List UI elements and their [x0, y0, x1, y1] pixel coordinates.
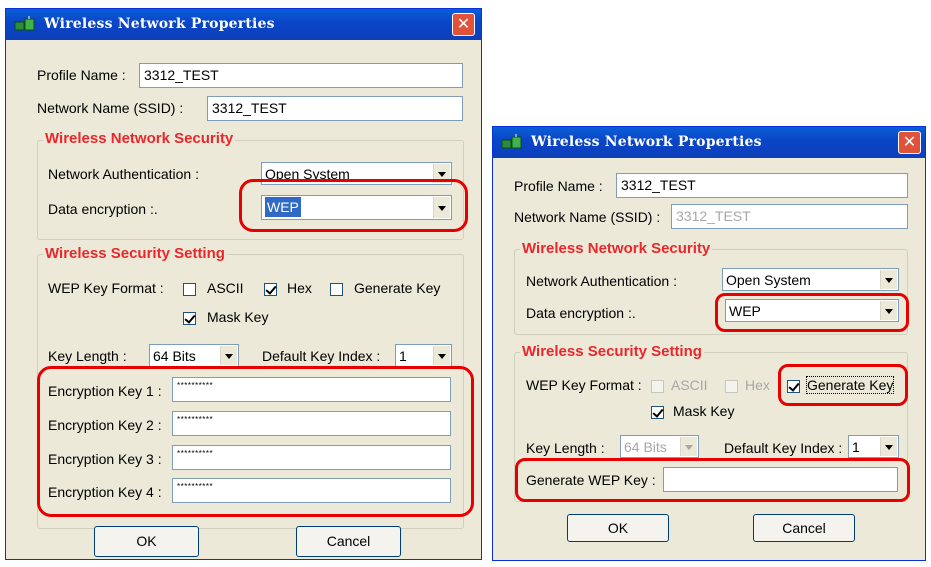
- generate-key-label: Generate Key: [354, 280, 441, 296]
- dialog-wireless-properties-2: Wireless Network Properties ✕ Profile Na…: [492, 126, 926, 561]
- setting-group-title: Wireless Security Setting: [520, 343, 704, 360]
- default-index-select[interactable]: 1: [395, 344, 452, 367]
- ascii-checkbox[interactable]: [183, 283, 196, 296]
- mask-key-label: Mask Key: [207, 309, 269, 325]
- default-index-value: 1: [852, 439, 860, 455]
- hex-checkbox[interactable]: [264, 283, 277, 296]
- close-button[interactable]: ✕: [452, 13, 475, 36]
- default-index-select[interactable]: 1: [848, 435, 899, 458]
- title-bar[interactable]: Wireless Network Properties ✕: [6, 9, 481, 40]
- wep-format-label: WEP Key Format :: [526, 377, 642, 393]
- auth-label: Network Authentication :: [48, 166, 199, 182]
- title-bar[interactable]: Wireless Network Properties ✕: [493, 127, 925, 158]
- key-length-label: Key Length :: [526, 440, 605, 456]
- chevron-down-icon[interactable]: [880, 270, 897, 289]
- profile-name-input[interactable]: 3312_TEST: [616, 173, 908, 198]
- ssid-label: Network Name (SSID) :: [37, 100, 184, 116]
- default-index-label: Default Key Index :: [262, 348, 381, 364]
- key-length-value: 64 Bits: [153, 348, 196, 364]
- key-length-select[interactable]: 64 Bits: [620, 435, 699, 458]
- highlight-encryption: [239, 179, 468, 232]
- dialog-wireless-properties-1: Wireless Network Properties ✕ Profile Na…: [5, 8, 482, 560]
- chevron-down-icon[interactable]: [220, 346, 237, 365]
- mask-key-checkbox[interactable]: [651, 406, 664, 419]
- cancel-button[interactable]: Cancel: [296, 526, 401, 557]
- ok-button[interactable]: OK: [94, 526, 199, 557]
- ssid-input[interactable]: 3312_TEST: [671, 204, 908, 229]
- chevron-down-icon[interactable]: [880, 437, 897, 456]
- auth-label: Network Authentication :: [526, 273, 677, 289]
- hex-label: Hex: [745, 377, 770, 393]
- enc-label: Data encryption :.: [526, 305, 636, 321]
- ascii-label: ASCII: [207, 280, 244, 296]
- ok-button[interactable]: OK: [567, 514, 669, 542]
- close-icon: ✕: [456, 14, 471, 33]
- network-app-icon: [501, 134, 522, 149]
- key-length-label: Key Length :: [48, 348, 127, 364]
- mask-key-label: Mask Key: [673, 403, 735, 419]
- close-icon: ✕: [902, 132, 917, 151]
- cancel-button[interactable]: Cancel: [753, 514, 855, 542]
- default-index-value: 1: [399, 348, 407, 364]
- network-app-icon: [14, 16, 35, 31]
- wep-format-label: WEP Key Format :: [48, 280, 164, 296]
- hex-checkbox[interactable]: [725, 380, 738, 393]
- highlight-encryption-keys: [37, 366, 474, 517]
- close-button[interactable]: ✕: [898, 131, 921, 154]
- highlight-generate-wep-key: [515, 458, 910, 502]
- profile-name-input[interactable]: 3312_TEST: [139, 63, 463, 88]
- chevron-down-icon[interactable]: [433, 346, 450, 365]
- ascii-label: ASCII: [671, 377, 708, 393]
- ascii-checkbox[interactable]: [651, 380, 664, 393]
- setting-group-title: Wireless Security Setting: [43, 245, 227, 262]
- auth-select[interactable]: Open System: [722, 268, 899, 291]
- auth-select-value: Open System: [726, 272, 811, 288]
- profile-name-label: Profile Name :: [37, 67, 126, 83]
- highlight-encryption: [715, 293, 909, 332]
- chevron-down-icon[interactable]: [680, 437, 697, 456]
- default-index-label: Default Key Index :: [724, 440, 843, 456]
- generate-key-checkbox[interactable]: [330, 283, 343, 296]
- highlight-generate-key: [778, 364, 908, 406]
- hex-label: Hex: [287, 280, 312, 296]
- security-group-title: Wireless Network Security: [43, 130, 236, 147]
- key-length-select[interactable]: 64 Bits: [149, 344, 239, 367]
- dialog-title: Wireless Network Properties: [531, 134, 762, 150]
- profile-name-label: Profile Name :: [514, 178, 603, 194]
- dialog-title: Wireless Network Properties: [44, 16, 275, 32]
- security-group-title: Wireless Network Security: [520, 240, 713, 257]
- enc-label: Data encryption :.: [48, 201, 158, 217]
- ssid-input[interactable]: 3312_TEST: [207, 96, 463, 121]
- ssid-label: Network Name (SSID) :: [514, 209, 661, 225]
- key-length-value: 64 Bits: [624, 439, 667, 455]
- mask-key-checkbox[interactable]: [183, 312, 196, 325]
